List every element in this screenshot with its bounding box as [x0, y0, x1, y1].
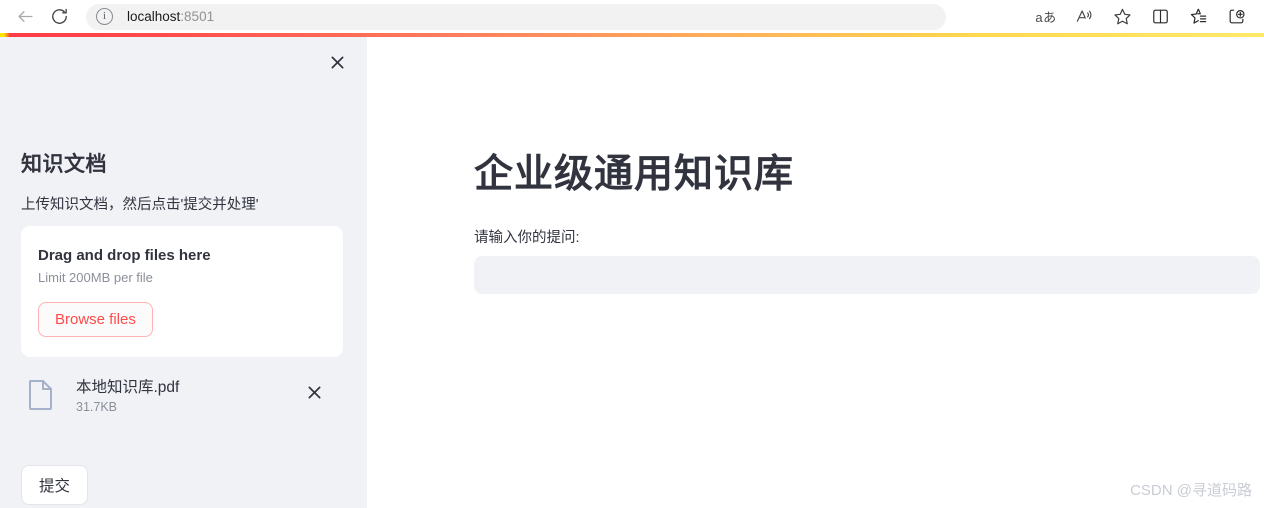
split-screen-button[interactable]: [1142, 2, 1178, 32]
collections-icon: [1189, 7, 1208, 26]
browser-toolbar-actions: aあ: [1028, 2, 1256, 32]
back-button[interactable]: [8, 2, 42, 32]
document-file-icon: [21, 379, 61, 411]
split-screen-icon: [1151, 7, 1170, 26]
main-content: 企业级通用知识库 请输入你的提问: CSDN @寻道码路: [367, 37, 1264, 508]
reload-button[interactable]: [42, 2, 76, 32]
remove-file-button[interactable]: [299, 380, 329, 410]
sidebar: 知识文档 上传知识文档，然后点击'提交并处理' Drag and drop fi…: [0, 37, 367, 508]
browse-files-button[interactable]: Browse files: [38, 302, 153, 338]
translate-icon: aあ: [1035, 10, 1057, 25]
watermark: CSDN @寻道码路: [1130, 482, 1252, 499]
submit-button[interactable]: 提交: [21, 465, 89, 505]
sidebar-title: 知识文档: [21, 153, 107, 176]
url-port: :8501: [180, 9, 215, 24]
file-uploader-dropzone[interactable]: Drag and drop files here Limit 200MB per…: [21, 226, 343, 358]
site-info-icon[interactable]: i: [96, 8, 113, 25]
page-title: 企业级通用知识库: [474, 153, 795, 196]
translate-button[interactable]: aあ: [1028, 2, 1064, 32]
back-arrow-icon: [16, 7, 35, 26]
address-bar[interactable]: i localhost:8501: [86, 3, 946, 30]
uploaded-file-meta: 本地知识库.pdf 31.7KB: [76, 375, 299, 414]
url-text: localhost:8501: [127, 9, 214, 24]
question-input-label: 请输入你的提问:: [474, 229, 580, 246]
close-icon: [307, 385, 322, 405]
browser-toolbar: i localhost:8501 aあ: [0, 0, 1264, 33]
close-icon: [330, 55, 345, 75]
favorites-button[interactable]: [1104, 2, 1140, 32]
uploaded-file-name: 本地知识库.pdf: [76, 379, 180, 397]
add-tab-group-button[interactable]: [1218, 2, 1254, 32]
uploader-drag-label: Drag and drop files here: [38, 247, 211, 265]
collections-button[interactable]: [1180, 2, 1216, 32]
read-aloud-button[interactable]: [1066, 2, 1102, 32]
sidebar-description: 上传知识文档，然后点击'提交并处理': [21, 197, 259, 213]
question-input[interactable]: [474, 255, 1260, 294]
app-body: 知识文档 上传知识文档，然后点击'提交并处理' Drag and drop fi…: [0, 37, 1264, 508]
reload-icon: [50, 7, 69, 26]
url-host: localhost: [127, 9, 181, 24]
read-aloud-icon: [1075, 7, 1094, 26]
favorite-star-icon: [1113, 7, 1132, 26]
uploaded-file-size: 31.7KB: [76, 400, 118, 415]
uploader-limit-label: Limit 200MB per file: [38, 270, 153, 286]
uploaded-file-row: 本地知识库.pdf 31.7KB: [21, 369, 351, 420]
add-tab-icon: [1227, 7, 1246, 26]
sidebar-close-button[interactable]: [322, 49, 353, 80]
